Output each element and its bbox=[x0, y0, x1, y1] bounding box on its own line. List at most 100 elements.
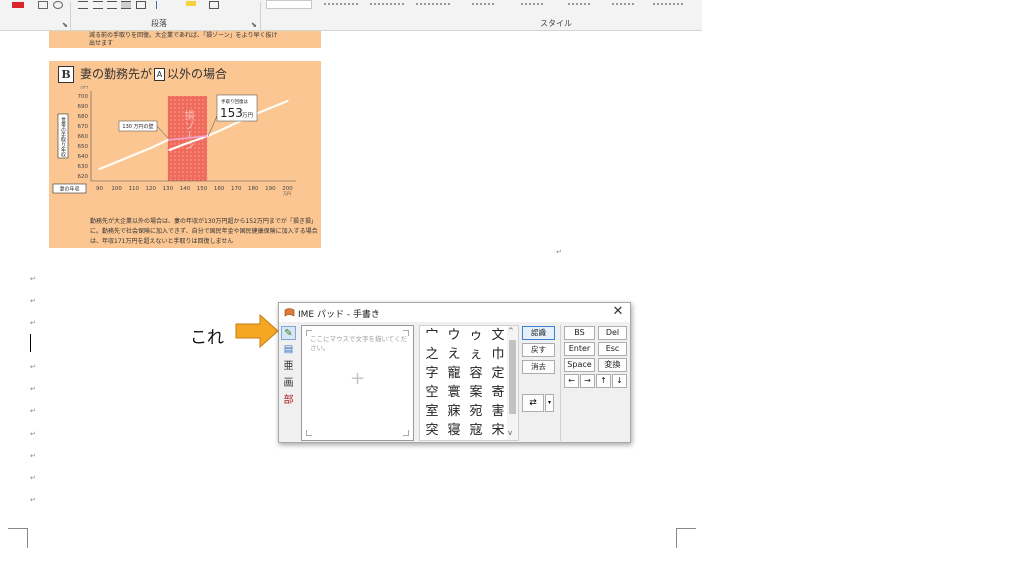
canvas-hint: ここにマウスで文字を描いてください。 bbox=[310, 335, 408, 352]
arrow-down-key[interactable]: ↓ bbox=[612, 374, 627, 388]
income-series-line bbox=[98, 138, 169, 171]
candidate-char[interactable]: 巾 bbox=[488, 346, 508, 364]
candidate-char[interactable]: 寝 bbox=[444, 422, 464, 440]
handwriting-canvas[interactable]: ここにマウスで文字を描いてください。 + bbox=[301, 325, 414, 441]
article-image-section-b[interactable]: B 妻の勤務先が A 以外の場合 損ゾーン 620 630 640 650 660 670 68… bbox=[49, 61, 321, 248]
x-tick-label: 190 bbox=[265, 186, 276, 192]
ribbon-separator bbox=[260, 2, 261, 30]
line-spacing-icon[interactable] bbox=[156, 1, 166, 9]
candidate-char[interactable]: 宛 bbox=[466, 403, 486, 421]
candidate-char[interactable]: 害 bbox=[488, 403, 508, 421]
candidate-char[interactable]: 寵 bbox=[444, 365, 464, 383]
convert-key[interactable]: 変換 bbox=[598, 358, 627, 372]
style-gallery-item[interactable] bbox=[416, 3, 450, 5]
align-right-icon[interactable] bbox=[107, 1, 117, 9]
style-gallery-item[interactable] bbox=[612, 3, 634, 5]
ime-pad-window[interactable]: IME パッド - 手書き ✕ ✎ ▤ 亜 画 部 ここにマウスで文字を描いてく… bbox=[278, 302, 631, 443]
scroll-thumb[interactable] bbox=[509, 340, 516, 414]
ribbon-separator bbox=[70, 2, 71, 30]
candidate-char[interactable]: ぇ bbox=[466, 346, 486, 364]
style-gallery-item[interactable] bbox=[324, 3, 358, 5]
candidate-char[interactable]: え bbox=[444, 346, 464, 364]
style-gallery-item[interactable] bbox=[521, 3, 543, 5]
section-letter-badge: B bbox=[58, 66, 74, 83]
justify-icon[interactable] bbox=[121, 1, 131, 9]
stroke-count-mode-icon[interactable]: 画 bbox=[281, 377, 296, 391]
candidate-char[interactable]: 宋 bbox=[488, 422, 508, 440]
font-color-icon[interactable] bbox=[12, 2, 24, 8]
candidate-char[interactable]: 字 bbox=[422, 365, 442, 383]
input-mode-icon[interactable]: ⇄ bbox=[522, 394, 544, 412]
candidate-char[interactable]: 寐 bbox=[444, 403, 464, 421]
style-gallery-item[interactable] bbox=[568, 3, 590, 5]
character-list-mode-icon[interactable]: ▤ bbox=[281, 343, 296, 357]
candidate-char[interactable]: 寄 bbox=[488, 384, 508, 402]
article-top-text: 減る前の手取りを回復。大企業であれば、「損ゾーン」をより早く抜け出せます bbox=[89, 32, 278, 47]
candidate-char[interactable]: 宀 bbox=[422, 327, 442, 345]
y-tick-label: 630 bbox=[78, 164, 89, 170]
enter-key[interactable]: Enter bbox=[564, 342, 595, 356]
arrow-left-key[interactable]: ← bbox=[564, 374, 579, 388]
candidate-char[interactable]: 定 bbox=[488, 365, 508, 383]
candidate-char[interactable]: 寰 bbox=[444, 384, 464, 402]
wall-annotation-pointer bbox=[156, 125, 169, 139]
style-gallery-selected[interactable] bbox=[266, 0, 312, 9]
space-key[interactable]: Space bbox=[564, 358, 595, 372]
y-axis-title: 世帯の手取り年収 bbox=[60, 116, 66, 158]
enclose-char-icon[interactable] bbox=[53, 1, 63, 9]
style-gallery-item[interactable] bbox=[472, 3, 494, 5]
input-mode-dropdown-icon[interactable]: ▾ bbox=[545, 394, 554, 412]
candidate-char[interactable]: 之 bbox=[422, 346, 442, 364]
escape-key[interactable]: Esc bbox=[598, 342, 627, 356]
recovery-annotation-unit: 万円 bbox=[242, 112, 254, 119]
radical-mode-icon[interactable]: 部 bbox=[281, 394, 296, 408]
candidate-char[interactable]: 容 bbox=[466, 365, 486, 383]
candidate-char[interactable]: 突 bbox=[422, 422, 442, 440]
clear-format-icon[interactable] bbox=[38, 1, 48, 9]
candidate-scrollbar[interactable]: ^ v bbox=[507, 326, 518, 440]
canvas-crosshair-icon: + bbox=[350, 368, 366, 389]
paragraph-dialog-launcher-icon[interactable]: ⬊ bbox=[251, 21, 257, 29]
text-cursor bbox=[30, 334, 31, 352]
backspace-key[interactable]: BS bbox=[564, 326, 595, 340]
ime-titlebar[interactable]: IME パッド - 手書き ✕ bbox=[279, 303, 630, 322]
x-tick-label: 180 bbox=[248, 186, 259, 192]
soft-keyboard-mode-icon[interactable]: 亜 bbox=[281, 360, 296, 374]
handwriting-mode-icon[interactable]: ✎ bbox=[281, 326, 296, 340]
candidate-char[interactable]: 空 bbox=[422, 384, 442, 402]
candidate-char[interactable]: 寇 bbox=[466, 422, 486, 440]
undo-button[interactable]: 戻す bbox=[522, 343, 555, 357]
canvas-corner bbox=[306, 430, 312, 436]
candidate-char[interactable]: 文 bbox=[488, 327, 508, 345]
candidate-char[interactable]: ゥ bbox=[466, 327, 486, 345]
style-gallery-item[interactable] bbox=[370, 3, 404, 5]
candidate-char[interactable]: 室 bbox=[422, 403, 442, 421]
page-corner-mark bbox=[676, 528, 696, 548]
paragraph-mark: ↵ bbox=[30, 452, 36, 460]
paragraph-mark: ↵ bbox=[30, 430, 36, 438]
paragraph-mark: ↵ bbox=[556, 248, 562, 256]
recognize-button[interactable]: 認識 bbox=[522, 326, 555, 340]
font-dialog-launcher-icon[interactable]: ⬊ bbox=[62, 21, 68, 29]
align-center-icon[interactable] bbox=[93, 1, 103, 9]
delete-key[interactable]: Del bbox=[598, 326, 627, 340]
arrow-right-key[interactable]: → bbox=[580, 374, 595, 388]
borders-icon[interactable] bbox=[209, 1, 219, 9]
ribbon-group-styles-label: スタイル bbox=[540, 19, 572, 28]
clear-button[interactable]: 消去 bbox=[522, 360, 555, 374]
scroll-down-icon[interactable]: v bbox=[508, 429, 512, 437]
document-area[interactable]: 段落 ⬊ ⬊ スタイル 減る前の手取りを回復。大企業であれば、「損ゾーン」をより… bbox=[0, 0, 702, 576]
arrow-up-key[interactable]: ↑ bbox=[596, 374, 611, 388]
candidate-char[interactable]: ウ bbox=[444, 327, 464, 345]
align-left-icon[interactable] bbox=[78, 1, 88, 9]
close-button[interactable]: ✕ bbox=[610, 304, 626, 320]
candidate-char[interactable]: 案 bbox=[466, 384, 486, 402]
style-gallery-item[interactable] bbox=[653, 3, 683, 5]
ime-divider bbox=[560, 325, 561, 441]
scroll-up-icon[interactable]: ^ bbox=[508, 327, 514, 335]
distributed-icon[interactable] bbox=[136, 1, 146, 9]
canvas-corner bbox=[403, 430, 409, 436]
ime-title: IME パッド - 手書き bbox=[298, 310, 380, 320]
section-title: 妻の勤務先が A 以外の場合 bbox=[80, 66, 227, 83]
shading-icon[interactable] bbox=[186, 1, 196, 6]
